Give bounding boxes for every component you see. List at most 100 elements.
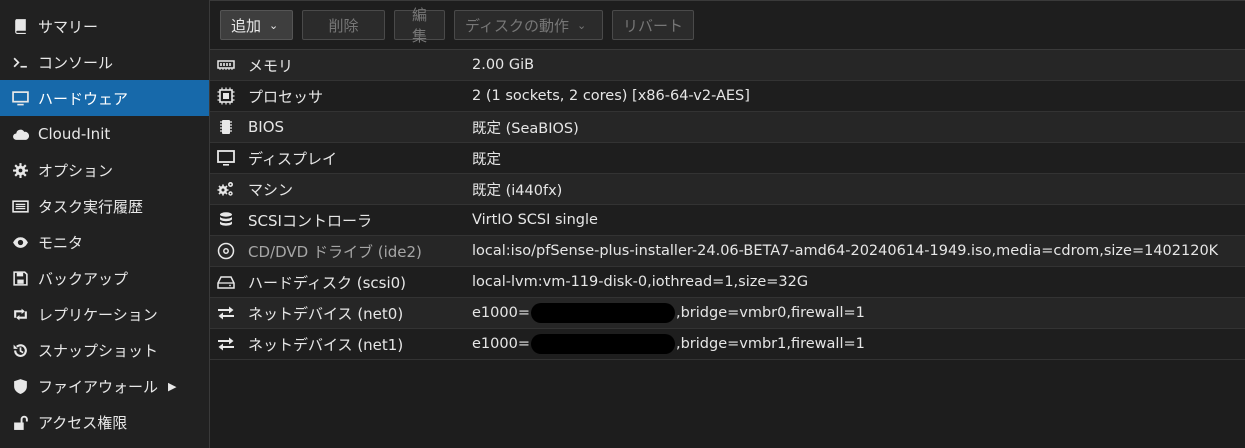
row-value: e1000= ,bridge=vmbr1,firewall=1 xyxy=(472,334,865,354)
sidebar-item-label: コンソール xyxy=(38,53,114,72)
revert-button-label: リバート xyxy=(623,16,684,35)
sidebar-item-cloud-init[interactable]: Cloud-Init xyxy=(0,116,209,152)
sidebar-item-console[interactable]: コンソール xyxy=(0,44,209,80)
table-row[interactable]: BIOS 既定 (SeaBIOS) xyxy=(210,112,1245,143)
hdd-icon xyxy=(216,272,236,292)
row-name-cell: プロセッサ xyxy=(210,86,472,107)
retweet-icon xyxy=(10,304,30,324)
display-icon xyxy=(216,148,236,168)
unlock-icon xyxy=(10,412,30,432)
sidebar-item-label: ファイアウォール xyxy=(38,377,159,396)
eye-icon xyxy=(10,232,30,252)
hardware-grid: メモリ 2.00 GiB プロセッサ 2 (1 sockets, 2 cores… xyxy=(210,50,1245,360)
add-button-label: 追加 xyxy=(231,16,262,35)
sidebar-item-replication[interactable]: レプリケーション xyxy=(0,296,209,332)
main-panel: 追加 ⌄ 削除 編集 ディスクの動作 ⌄ リバート メモリ 2.00 GiB プ… xyxy=(210,0,1245,448)
row-name: SCSIコントローラ xyxy=(248,211,372,230)
sidebar-item-label: バックアップ xyxy=(38,269,129,288)
table-row[interactable]: メモリ 2.00 GiB xyxy=(210,50,1245,81)
row-name: ディスプレイ xyxy=(248,149,337,168)
disk-action-label: ディスクの動作 xyxy=(465,16,569,35)
table-row[interactable]: ハードディスク (scsi0) local-lvm:vm-119-disk-0,… xyxy=(210,267,1245,298)
row-name-cell: ハードディスク (scsi0) xyxy=(210,272,472,293)
sidebar-item-backup[interactable]: バックアップ xyxy=(0,260,209,296)
row-name-cell: ディスプレイ xyxy=(210,148,472,169)
sidebar-item-firewall[interactable]: ファイアウォール ▶ xyxy=(0,368,209,404)
row-name: プロセッサ xyxy=(248,87,324,106)
table-row[interactable]: マシン 既定 (i440fx) xyxy=(210,174,1245,205)
delete-button-label: 削除 xyxy=(328,16,359,35)
cloud-icon xyxy=(10,124,30,144)
shield-icon xyxy=(10,376,30,396)
sidebar: サマリー コンソール ハードウェア Cloud-Init オプション タスク実行… xyxy=(0,0,210,448)
table-row[interactable]: CD/DVD ドライブ (ide2) local:iso/pfSense-plu… xyxy=(210,236,1245,267)
row-name-cell: ネットデバイス (net0) xyxy=(210,303,472,324)
sidebar-item-label: タスク実行履歴 xyxy=(38,197,144,216)
sidebar-item-hardware[interactable]: ハードウェア xyxy=(0,80,209,116)
database-icon xyxy=(216,210,236,230)
revert-button[interactable]: リバート xyxy=(612,10,694,40)
row-value: e1000= ,bridge=vmbr0,firewall=1 xyxy=(472,303,865,323)
row-value: 既定 (i440fx) xyxy=(472,182,563,199)
sidebar-item-label: ハードウェア xyxy=(38,89,129,108)
row-name-cell: CD/DVD ドライブ (ide2) xyxy=(210,241,472,262)
row-name: ネットデバイス (net1) xyxy=(248,335,404,354)
table-row[interactable]: ディスプレイ 既定 xyxy=(210,143,1245,174)
row-value: 既定 xyxy=(472,151,501,168)
row-value-prefix: e1000= xyxy=(472,336,530,352)
delete-button[interactable]: 削除 xyxy=(302,10,385,40)
row-value: 既定 (SeaBIOS) xyxy=(472,120,579,137)
history-icon xyxy=(10,340,30,360)
table-row[interactable]: SCSIコントローラ VirtIO SCSI single xyxy=(210,205,1245,236)
chevron-down-icon: ⌄ xyxy=(576,18,587,32)
row-value-suffix: ,bridge=vmbr1,firewall=1 xyxy=(675,336,865,352)
row-name-cell: メモリ xyxy=(210,55,472,76)
chevron-down-icon: ⌄ xyxy=(269,18,279,32)
chip-icon xyxy=(216,117,236,137)
sidebar-item-options[interactable]: オプション xyxy=(0,152,209,188)
sidebar-item-label: オプション xyxy=(38,161,114,180)
table-row[interactable]: ネットデバイス (net0) e1000= ,bridge=vmbr0,fire… xyxy=(210,298,1245,329)
sidebar-item-task-history[interactable]: タスク実行履歴 xyxy=(0,188,209,224)
row-value-suffix: ,bridge=vmbr0,firewall=1 xyxy=(675,305,865,321)
sidebar-item-label: スナップショット xyxy=(38,341,159,360)
table-row[interactable]: プロセッサ 2 (1 sockets, 2 cores) [x86-64-v2-… xyxy=(210,81,1245,112)
add-button[interactable]: 追加 ⌄ xyxy=(220,10,293,40)
disk-action-button[interactable]: ディスクの動作 ⌄ xyxy=(454,10,603,40)
sidebar-item-permissions[interactable]: アクセス権限 xyxy=(0,404,209,440)
sidebar-item-snapshot[interactable]: スナップショット xyxy=(0,332,209,368)
row-name: マシン xyxy=(248,180,294,199)
row-name-cell: SCSIコントローラ xyxy=(210,210,472,231)
row-value: 2.00 GiB xyxy=(472,57,535,73)
table-row[interactable]: ネットデバイス (net1) e1000= ,bridge=vmbr1,fire… xyxy=(210,329,1245,360)
row-value: local-lvm:vm-119-disk-0,iothread=1,size=… xyxy=(472,274,809,290)
sidebar-item-label: レプリケーション xyxy=(38,305,158,324)
toolbar: 追加 ⌄ 削除 編集 ディスクの動作 ⌄ リバート xyxy=(210,0,1245,50)
cpu-icon xyxy=(216,86,236,106)
row-name: BIOS xyxy=(248,118,285,136)
list-icon xyxy=(10,196,30,216)
sidebar-item-summary[interactable]: サマリー xyxy=(0,8,209,44)
edit-button-label: 編集 xyxy=(411,6,427,45)
row-name: ネットデバイス (net0) xyxy=(248,304,404,323)
row-value: VirtIO SCSI single xyxy=(472,212,598,228)
sidebar-item-label: アクセス権限 xyxy=(38,413,128,432)
terminal-icon xyxy=(10,52,30,72)
cogs-icon xyxy=(216,179,236,199)
sidebar-item-label: サマリー xyxy=(38,17,99,36)
exchange-icon xyxy=(216,303,236,323)
redacted-mac-address xyxy=(530,334,675,354)
sidebar-item-label: モニタ xyxy=(38,233,84,252)
monitor-icon xyxy=(10,88,30,108)
gear-icon xyxy=(10,160,30,180)
chevron-right-icon: ▶ xyxy=(168,379,177,393)
row-value-prefix: e1000= xyxy=(472,305,530,321)
edit-button[interactable]: 編集 xyxy=(394,6,445,45)
row-name-cell: マシン xyxy=(210,179,472,200)
row-name-cell: BIOS xyxy=(210,117,472,137)
sidebar-item-monitor[interactable]: モニタ xyxy=(0,224,209,260)
row-name-cell: ネットデバイス (net1) xyxy=(210,334,472,355)
row-name: ハードディスク (scsi0) xyxy=(248,273,407,292)
exchange-icon xyxy=(216,334,236,354)
row-value: 2 (1 sockets, 2 cores) [x86-64-v2-AES] xyxy=(472,88,750,104)
